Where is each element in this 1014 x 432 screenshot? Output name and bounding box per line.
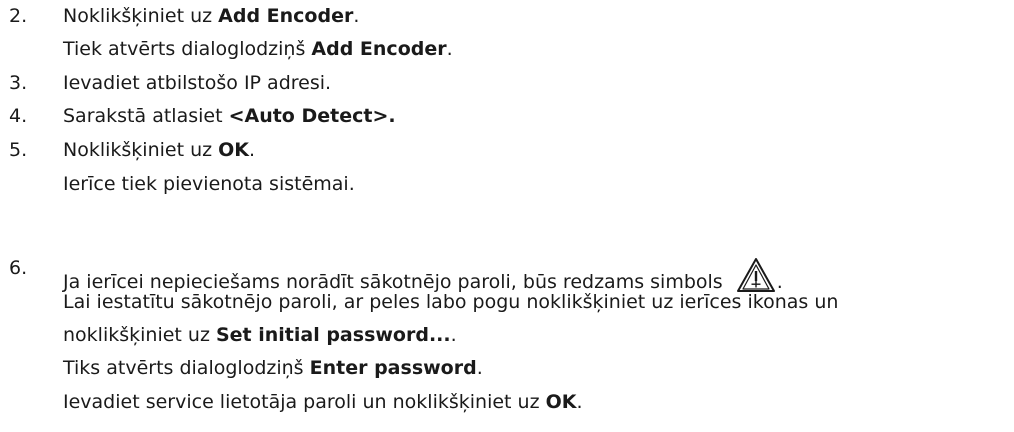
- ui-term: <Auto Detect>.: [228, 105, 396, 127]
- step-number: 6.: [9, 257, 28, 279]
- ui-term: OK: [218, 139, 250, 161]
- text: .: [353, 5, 360, 27]
- ui-term: Add Encoder: [218, 5, 354, 27]
- step-6-line-5: Ievadiet service lietotāja paroli un nok…: [63, 390, 583, 414]
- step-2-action: Noklikšķiniet uz Add Encoder.: [63, 4, 359, 28]
- text: .: [249, 139, 256, 161]
- step-4-action: Sarakstā atlasiet <Auto Detect>.: [63, 104, 396, 128]
- step-6-line-3: noklikšķiniet uz Set initial password...…: [63, 323, 457, 347]
- text: Noklikšķiniet uz: [63, 5, 219, 27]
- step-number: 2.: [9, 5, 28, 27]
- step-3-action: Ievadiet atbilstošo IP adresi.: [63, 72, 332, 94]
- ui-term: Enter password: [309, 357, 477, 379]
- ui-term: Set initial password...: [215, 324, 451, 346]
- step-number: 5.: [9, 139, 28, 161]
- text: .: [476, 357, 483, 379]
- step-number: 3.: [9, 72, 28, 94]
- step-5-action: Noklikšķiniet uz OK.: [63, 138, 255, 162]
- step-6-line-1: Ja ierīcei nepieciešams norādīt sākotnēj…: [63, 256, 783, 293]
- step-number: 4.: [9, 105, 28, 127]
- text: noklikšķiniet uz: [63, 324, 216, 346]
- step-5-result: Ierīce tiek pievienota sistēmai.: [63, 173, 355, 195]
- text: Noklikšķiniet uz: [63, 139, 219, 161]
- text: .: [446, 38, 453, 60]
- step-2-result: Tiek atvērts dialoglodziņš Add Encoder.: [63, 37, 453, 61]
- ui-term: OK: [545, 391, 577, 413]
- ui-term: Add Encoder: [311, 38, 447, 60]
- text: .: [576, 391, 583, 413]
- text: Sarakstā atlasiet: [63, 105, 229, 127]
- text: Ievadiet service lietotāja paroli un nok…: [63, 391, 546, 413]
- text: Tiek atvērts dialoglodziņš: [63, 38, 312, 60]
- step-6-line-4: Tiks atvērts dialoglodziņš Enter passwor…: [63, 356, 483, 380]
- step-6-line-2: Lai iestatītu sākotnējo paroli, ar peles…: [63, 291, 839, 313]
- text: .: [450, 324, 457, 346]
- warning-triangle-icon: [736, 258, 775, 292]
- text: Tiks atvērts dialoglodziņš: [63, 357, 310, 379]
